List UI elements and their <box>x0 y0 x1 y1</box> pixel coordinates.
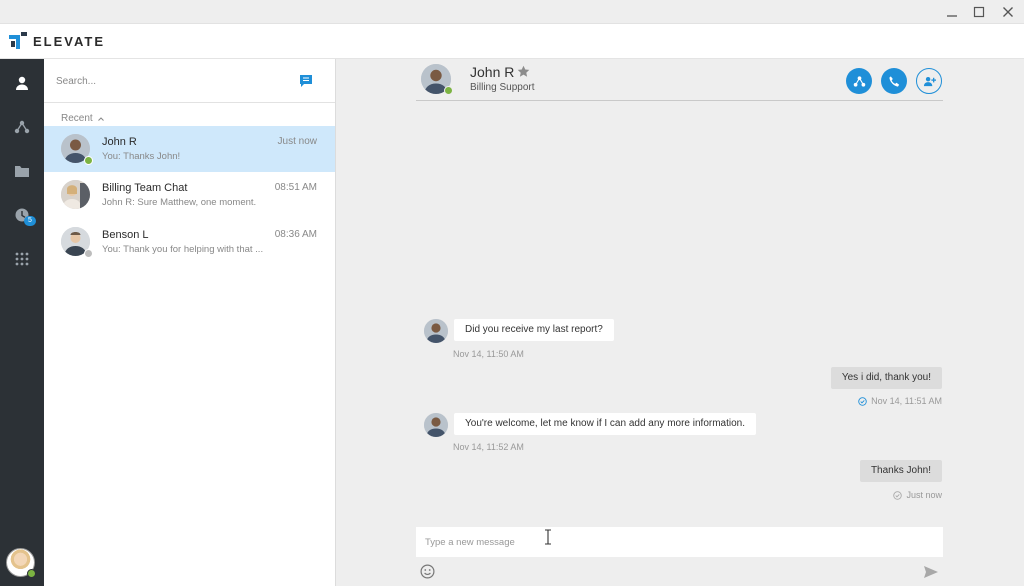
rail-contacts[interactable] <box>0 61 44 105</box>
add-participant-button[interactable] <box>916 68 942 94</box>
recent-section-label: Recent <box>61 113 93 124</box>
message-bubble: You're welcome, let me know if I can add… <box>454 413 757 435</box>
chat-header: John R Billing Support <box>416 59 943 101</box>
current-user-avatar[interactable] <box>6 548 36 578</box>
message-bubble: Thanks John! <box>859 460 942 482</box>
minimize-icon[interactable] <box>942 2 962 22</box>
conversation-time: 08:36 AM <box>274 229 317 240</box>
brand-bar: ELEVATE <box>0 24 1024 59</box>
rail-files[interactable] <box>0 149 44 193</box>
conversation-name: John R <box>102 136 137 148</box>
contact-online-status <box>444 86 453 95</box>
offline-status-dot <box>84 249 93 258</box>
conversation-list-panel: Recent John R Just now You: Thanks John!… <box>44 59 336 586</box>
conversation-name: Billing Team Chat <box>102 182 188 194</box>
maximize-icon[interactable] <box>969 2 989 22</box>
conversation-item-billing-team-chat[interactable]: Billing Team Chat 08:51 AM John R: Sure … <box>44 172 335 218</box>
message-bubble: Yes i did, thank you! <box>830 367 942 389</box>
call-button[interactable] <box>881 68 907 94</box>
conversation-name: Benson L <box>102 229 149 241</box>
chevron-up-icon <box>97 116 104 121</box>
close-icon[interactable] <box>998 2 1018 22</box>
apps-grid-icon <box>15 252 29 266</box>
folder-icon <box>15 166 29 177</box>
conversation-item-john-r[interactable]: John R Just now You: Thanks John! <box>44 126 335 172</box>
brand-logo: ELEVATE <box>9 32 105 50</box>
window-titlebar <box>0 0 1024 24</box>
new-chat-icon[interactable] <box>298 73 314 89</box>
current-user-status <box>27 569 36 578</box>
contacts-icon <box>16 76 28 90</box>
rail-history[interactable]: 5 <box>0 193 44 237</box>
conversation-time: 08:51 AM <box>274 182 317 193</box>
share-button[interactable] <box>846 68 872 94</box>
conversation-item-benson-l[interactable]: Benson L 08:36 AM You: Thank you for hel… <box>44 219 335 265</box>
left-rail: 5 <box>0 59 44 586</box>
message-timestamp: Nov 14, 11:52 AM <box>453 442 524 452</box>
history-badge: 5 <box>24 216 36 226</box>
conversation-preview: John R: Sure Matthew, one moment. <box>102 197 257 208</box>
add-user-icon <box>923 76 936 86</box>
message-timestamp: Nov 14, 11:50 AM <box>453 349 524 359</box>
conversation-time: Just now <box>277 136 317 147</box>
read-check-icon <box>858 396 867 406</box>
phone-icon <box>888 75 899 87</box>
message-timestamp: Just now <box>906 490 942 500</box>
text-cursor-icon <box>545 529 551 545</box>
recent-section-toggle[interactable]: Recent <box>61 113 104 124</box>
message-timestamp: Nov 14, 11:51 AM <box>871 396 942 406</box>
rail-apps[interactable] <box>0 237 44 281</box>
online-status-dot <box>84 156 93 165</box>
sent-check-icon <box>893 490 903 500</box>
group-avatar <box>61 180 90 209</box>
send-icon[interactable] <box>923 564 939 580</box>
search-input[interactable] <box>56 71 276 91</box>
conversation-preview: You: Thanks John! <box>102 151 181 162</box>
message-timestamp-row: Just now <box>893 490 942 500</box>
message-timestamp-row: Nov 14, 11:51 AM <box>858 396 942 406</box>
emoji-icon[interactable] <box>420 564 435 579</box>
conversation-preview: You: Thank you for helping with that ... <box>102 244 264 255</box>
network-icon <box>853 75 865 87</box>
search-row <box>44 59 335 103</box>
chat-pane: John R Billing Support Did you receive m… <box>336 59 1024 586</box>
contact-name: John R <box>470 64 515 80</box>
sender-avatar <box>424 319 448 343</box>
rail-network[interactable] <box>0 105 44 149</box>
sender-avatar <box>424 413 448 437</box>
brand-name: ELEVATE <box>33 33 106 49</box>
network-icon <box>14 120 30 134</box>
star-icon[interactable] <box>517 65 530 78</box>
message-bubble: Did you receive my last report? <box>454 319 614 341</box>
message-input[interactable] <box>425 532 925 552</box>
message-composer <box>416 527 943 557</box>
elevate-logo-icon <box>9 32 27 49</box>
contact-role: Billing Support <box>470 82 535 93</box>
